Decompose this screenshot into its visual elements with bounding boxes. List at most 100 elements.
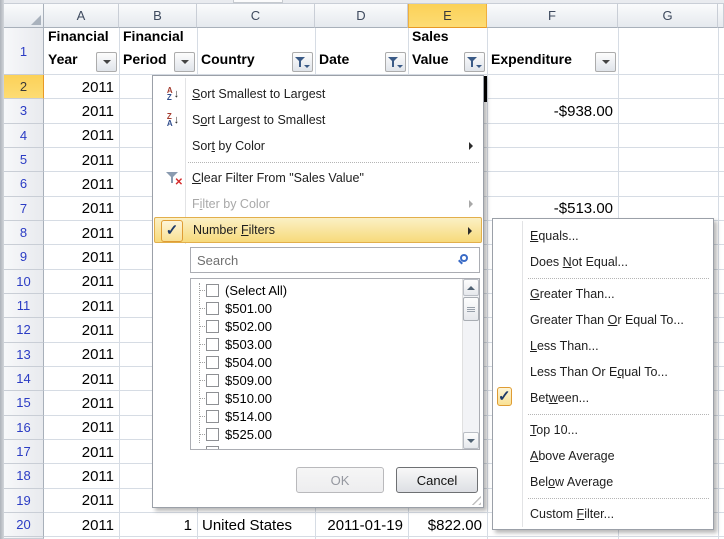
ok-button[interactable]: OK — [296, 467, 384, 493]
select-all-corner[interactable] — [4, 4, 44, 28]
cell-A10[interactable]: 2011 — [44, 270, 119, 294]
row-header-8[interactable]: 8 — [4, 221, 44, 245]
row-header-20[interactable]: 20 — [4, 513, 44, 537]
value-list-item[interactable]: $525.00 — [191, 425, 479, 443]
row-header-3[interactable]: 3 — [4, 99, 44, 123]
cell-A11[interactable]: 2011 — [44, 294, 119, 318]
cell-E20[interactable]: $822.00 — [408, 513, 487, 537]
menu-item-less-than-or-equal-to[interactable]: Less Than Or Equal To... — [494, 359, 712, 385]
checkbox[interactable] — [206, 392, 219, 405]
filter-button-B[interactable] — [174, 52, 195, 72]
checkbox[interactable] — [206, 410, 219, 423]
cell-A5[interactable]: 2011 — [44, 148, 119, 172]
filter-button-F[interactable] — [595, 52, 616, 72]
cell-A20[interactable]: 2011 — [44, 513, 119, 537]
row-header-5[interactable]: 5 — [4, 148, 44, 172]
checkbox[interactable] — [206, 302, 219, 315]
scroll-up-button[interactable] — [463, 279, 479, 296]
filter-button-A[interactable] — [96, 52, 117, 72]
row-header-13[interactable]: 13 — [4, 343, 44, 367]
value-list-item[interactable]: $502.00 — [191, 317, 479, 335]
scrollbar-thumb[interactable] — [463, 297, 479, 321]
menu-item-sort-by-color[interactable]: Sort by Color — [154, 133, 482, 159]
column-header-F[interactable]: F — [487, 4, 618, 28]
cell-F3[interactable]: -$938.00 — [487, 99, 618, 123]
row-header-2[interactable]: 2 — [4, 75, 44, 99]
row-header-11[interactable]: 11 — [4, 294, 44, 318]
cell-A17[interactable]: 2011 — [44, 440, 119, 464]
row-header-10[interactable]: 10 — [4, 270, 44, 294]
value-list-item[interactable]: $501.00 — [191, 299, 479, 317]
field-header-C[interactable]: Country — [197, 28, 315, 75]
value-list-item[interactable]: $509.00 — [191, 371, 479, 389]
menu-item-less-than[interactable]: Less Than... — [494, 333, 712, 359]
value-list-item[interactable]: $504.00 — [191, 353, 479, 371]
cell-A3[interactable]: 2011 — [44, 99, 119, 123]
cancel-button[interactable]: Cancel — [396, 467, 478, 493]
cell-D20[interactable]: 2011-01-19 — [315, 513, 408, 537]
cell-A7[interactable]: 2011 — [44, 197, 119, 221]
field-header-B[interactable]: FinancialPeriod — [119, 28, 197, 75]
row-header-4[interactable]: 4 — [4, 124, 44, 148]
row-header-9[interactable]: 9 — [4, 245, 44, 269]
filter-search-input[interactable] — [190, 247, 480, 273]
cell-A8[interactable]: 2011 — [44, 221, 119, 245]
cell-A14[interactable]: 2011 — [44, 367, 119, 391]
filter-button-D[interactable] — [385, 52, 406, 72]
menu-item-between[interactable]: ✓Between... — [494, 385, 712, 411]
column-header-G[interactable]: G — [618, 4, 718, 28]
menu-item-sort-largest-to-smallest[interactable]: ZA↓Sort Largest to Smallest — [154, 107, 482, 133]
menu-item-clear-filter[interactable]: ✕Clear Filter From "Sales Value" — [154, 165, 482, 191]
filter-button-E[interactable] — [464, 52, 485, 72]
checkbox[interactable] — [206, 284, 219, 297]
menu-item-greater-than-or-equal-to[interactable]: Greater Than Or Equal To... — [494, 307, 712, 333]
value-list-item[interactable]: $503.00 — [191, 335, 479, 353]
checkbox[interactable] — [206, 356, 219, 369]
row-header-14[interactable]: 14 — [4, 367, 44, 391]
field-header-F[interactable]: Expenditure — [487, 28, 618, 75]
cell-A2[interactable]: 2011 — [44, 75, 119, 99]
field-header-D[interactable]: Date — [315, 28, 408, 75]
menu-item-top-10[interactable]: Top 10... — [494, 417, 712, 443]
cell-A4[interactable]: 2011 — [44, 124, 119, 148]
row-header-1[interactable]: 1 — [4, 28, 44, 75]
field-header-E[interactable]: SalesValue — [408, 28, 487, 75]
row-header-18[interactable]: 18 — [4, 464, 44, 488]
checkbox[interactable] — [206, 374, 219, 387]
menu-item-custom-filter[interactable]: Custom Filter... — [494, 501, 712, 527]
value-list-item[interactable]: (Select All) — [191, 281, 479, 299]
value-list-item[interactable]: $510.00 — [191, 389, 479, 407]
filter-button-C[interactable] — [292, 52, 313, 72]
row-header-12[interactable]: 12 — [4, 318, 44, 342]
menu-item-greater-than[interactable]: Greater Than... — [494, 281, 712, 307]
cell-A9[interactable]: 2011 — [44, 245, 119, 269]
checkbox[interactable] — [206, 338, 219, 351]
cell-A6[interactable]: 2011 — [44, 172, 119, 196]
cell-C20[interactable]: United States — [197, 513, 315, 537]
cell-A18[interactable]: 2011 — [44, 464, 119, 488]
checkbox[interactable] — [206, 320, 219, 333]
cell-A12[interactable]: 2011 — [44, 318, 119, 342]
row-header-17[interactable]: 17 — [4, 440, 44, 464]
column-header-C[interactable]: C — [197, 4, 315, 28]
row-header-6[interactable]: 6 — [4, 172, 44, 196]
row-header-15[interactable]: 15 — [4, 391, 44, 415]
menu-item-does-not-equal[interactable]: Does Not Equal... — [494, 249, 712, 275]
row-header-19[interactable]: 19 — [4, 489, 44, 513]
column-header-D[interactable]: D — [315, 4, 408, 28]
cell-A15[interactable]: 2011 — [44, 391, 119, 415]
row-header-7[interactable]: 7 — [4, 197, 44, 221]
menu-item-equals[interactable]: Equals... — [494, 223, 712, 249]
checkbox[interactable] — [206, 428, 219, 441]
menu-item-below-average[interactable]: Below Average — [494, 469, 712, 495]
resize-grip[interactable] — [470, 494, 481, 505]
menu-item-number-filters[interactable]: ✓Number Filters — [154, 217, 482, 243]
cell-A16[interactable]: 2011 — [44, 416, 119, 440]
value-list-item[interactable]: $514.00 — [191, 407, 479, 425]
cell-B20[interactable]: 1 — [119, 513, 197, 537]
menu-item-sort-smallest-to-largest[interactable]: AZ↓Sort Smallest to Largest — [154, 81, 482, 107]
cell-A19[interactable]: 2011 — [44, 489, 119, 513]
field-header-A[interactable]: FinancialYear — [44, 28, 119, 75]
row-header-16[interactable]: 16 — [4, 416, 44, 440]
value-list-scrollbar[interactable] — [462, 279, 479, 449]
